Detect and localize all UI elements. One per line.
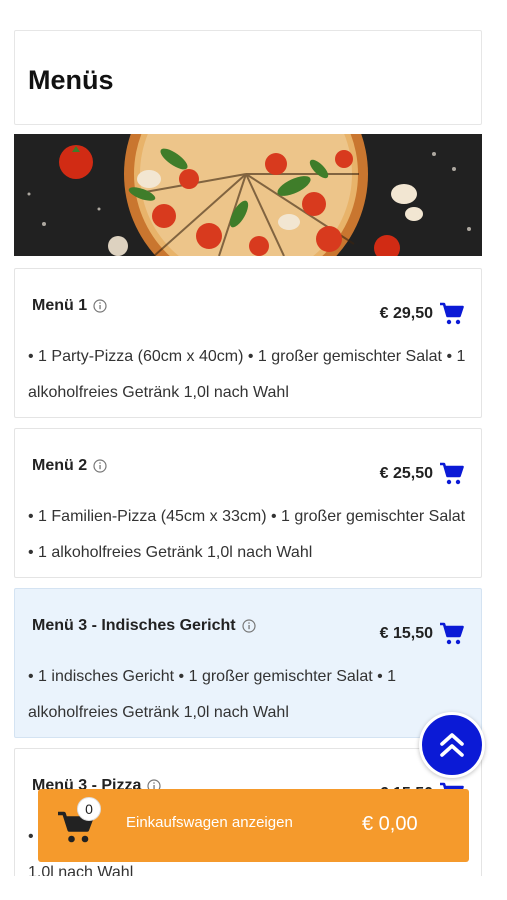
menu-description: • 1 indisches Gericht • 1 großer gemisch… — [28, 668, 397, 721]
price-group: € 15,50 — [380, 622, 465, 646]
price-group: € 25,50 — [380, 462, 465, 486]
double-chevron-up-icon — [440, 733, 464, 757]
add-to-cart-icon[interactable] — [439, 462, 465, 486]
menu-title-row: Menü 3 - Indisches Gericht — [32, 617, 256, 635]
page-title: Menüs — [28, 65, 114, 95]
info-icon[interactable] — [93, 299, 107, 313]
price-group: € 29,50 — [380, 302, 465, 326]
menu-card-2[interactable]: Menü 2 € 25,50 • 1 Familien-Pizza (45cm … — [14, 428, 482, 578]
cart-total: € 0,00 — [362, 813, 418, 835]
menu-card-3[interactable]: Menü 3 - Indisches Gericht € 15,50 • 1 i… — [14, 588, 482, 738]
menu-title-row: Menü 2 — [32, 457, 107, 475]
scroll-to-top-button[interactable] — [419, 712, 485, 778]
add-to-cart-icon[interactable] — [439, 622, 465, 646]
menu-title: Menü 2 — [32, 457, 88, 474]
menu-description: • 1 Party-Pizza (60cm x 40cm) • 1 großer… — [28, 348, 466, 401]
menu-card-1[interactable]: Menü 1 € 29,50 • 1 Party-Pizza (60cm x 4… — [14, 268, 482, 418]
info-icon[interactable] — [242, 619, 256, 633]
menu-price: € 25,50 — [379, 465, 433, 482]
page-header: Menüs — [14, 30, 482, 125]
add-to-cart-icon[interactable] — [439, 302, 465, 326]
menu-title: Menü 3 - Indisches Gericht — [32, 617, 236, 634]
view-cart-button[interactable]: 0 Einkaufswagen anzeigen € 0,00 — [38, 789, 469, 862]
menu-price: € 29,50 — [379, 305, 433, 322]
menu-title-row: Menü 1 — [32, 297, 107, 315]
info-icon[interactable] — [93, 459, 107, 473]
pizza-banner-image — [14, 134, 482, 256]
menu-price: € 15,50 — [379, 625, 433, 642]
view-cart-label: Einkaufswagen anzeigen — [126, 814, 293, 831]
menu-description: • 1 Familien-Pizza (45cm x 33cm) • 1 gro… — [28, 508, 466, 561]
cart-count-badge: 0 — [77, 797, 101, 821]
menu-title: Menü 1 — [32, 297, 88, 314]
pizza-illustration — [14, 134, 482, 256]
